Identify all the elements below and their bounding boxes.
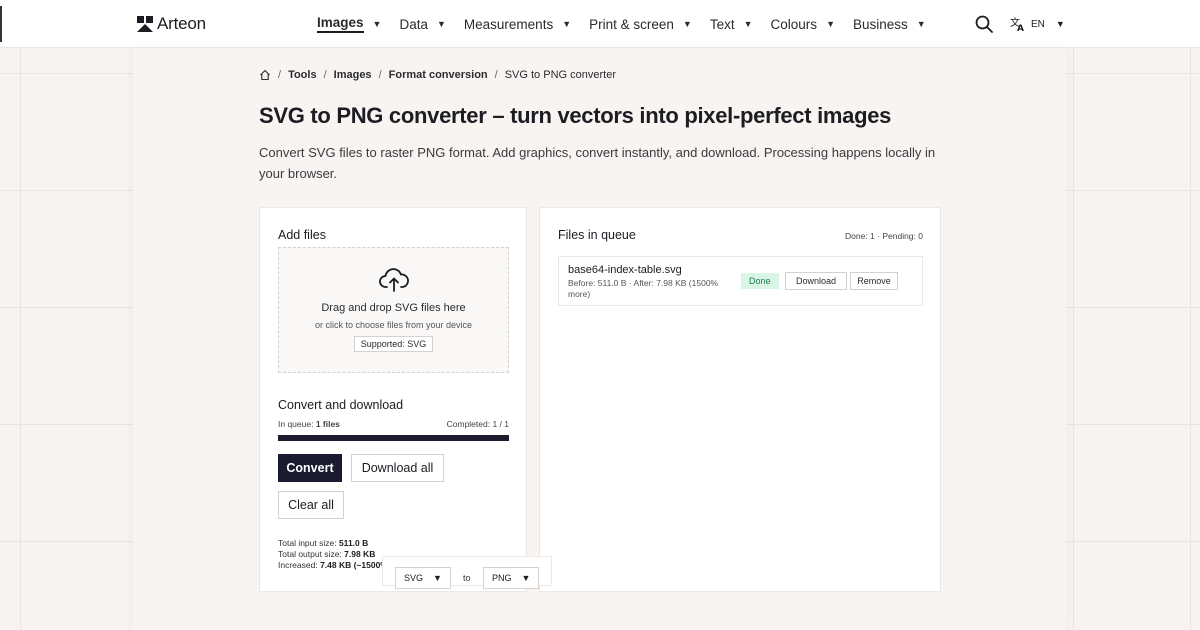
target-format-value: PNG <box>492 573 512 583</box>
breadcrumb-current: SVG to PNG converter <box>504 69 616 81</box>
chevron-down-icon: ▼ <box>433 573 442 583</box>
nav-label: Business <box>852 16 908 32</box>
nav-item-print-screen[interactable]: Print & screen ▼ <box>589 0 692 48</box>
status-badge: Done <box>741 273 779 289</box>
total-input-size: Total input size: 511.0 B <box>278 538 414 549</box>
page-intro: Convert SVG files to raster PNG format. … <box>259 145 936 181</box>
nav-label: Data <box>399 16 428 32</box>
queue-status-row: In queue: 1 files Completed: 1 / 1 <box>278 419 509 429</box>
convert-button[interactable]: Convert <box>278 454 342 482</box>
chevron-down-icon: ▼ <box>436 19 446 29</box>
in-queue-text: In queue: 1 files <box>278 419 340 429</box>
dropzone-title: Drag and drop SVG files here <box>321 302 466 314</box>
breadcrumb: / Tools / Images / Format conversion / S… <box>259 69 616 81</box>
nav-item-data[interactable]: Data ▼ <box>399 0 445 48</box>
total-input-value: 511.0 B <box>338 538 369 548</box>
site-header: Arteon Images ▼ Data ▼ Measurements ▼ Pr… <box>0 0 1200 48</box>
source-format-value: SVG <box>404 573 424 583</box>
nav-label: Text <box>709 16 735 32</box>
total-output-label: Total output size: <box>278 549 345 559</box>
chevron-down-icon: ▼ <box>562 19 572 29</box>
clear-all-button[interactable]: Clear all <box>278 491 344 519</box>
convert-section-title: Convert and download <box>278 398 404 412</box>
nav-item-colours[interactable]: Colours ▼ <box>771 0 835 48</box>
nav-label: Colours <box>770 16 818 32</box>
queue-title: Files in queue <box>558 228 636 242</box>
language-code: EN <box>1031 18 1045 30</box>
breadcrumb-tools[interactable]: Tools <box>288 69 317 81</box>
nav-item-measurements[interactable]: Measurements ▼ <box>464 0 571 48</box>
in-queue-label: In queue: <box>278 419 316 429</box>
chevron-down-icon: ▼ <box>743 19 753 29</box>
logo-icon <box>137 16 153 32</box>
breadcrumb-format-conversion[interactable]: Format conversion <box>389 69 488 81</box>
add-files-panel: Add files Drag and drop SVG files here o… <box>259 207 527 592</box>
remove-file-button[interactable]: Remove <box>850 272 898 290</box>
queue-panel: Files in queue Done: 1 · Pending: 0 base… <box>539 207 941 592</box>
breadcrumb-separator: / <box>323 69 327 81</box>
file-name: base64-index-table.svg <box>568 264 682 276</box>
in-queue-value: 1 files <box>315 419 340 429</box>
format-to-label: to <box>463 573 471 583</box>
conversion-progress-bar <box>278 435 509 441</box>
search-icon[interactable] <box>975 15 993 33</box>
file-dropzone[interactable]: Drag and drop SVG files here or click to… <box>278 247 509 373</box>
main-nav: Images ▼ Data ▼ Measurements ▼ Print & s… <box>317 0 944 48</box>
download-all-button[interactable]: Download all <box>351 454 444 482</box>
breadcrumb-separator: / <box>378 69 382 81</box>
progress-fill <box>278 435 509 441</box>
increase-label: Increased: <box>278 560 321 570</box>
supported-formats-badge: Supported: SVG <box>353 336 434 352</box>
chevron-down-icon: ▼ <box>372 19 382 29</box>
svg-text:A: A <box>1017 24 1024 32</box>
completed-text: Completed: 1 / 1 <box>446 419 509 429</box>
download-file-button[interactable]: Download <box>785 272 847 290</box>
breadcrumb-separator: / <box>278 69 282 81</box>
chevron-down-icon: ▼ <box>682 19 692 29</box>
brand-name: Arteon <box>157 14 206 33</box>
nav-label: Images <box>317 15 364 33</box>
nav-label: Measurements <box>463 16 554 32</box>
chevron-down-icon: ▼ <box>826 19 835 29</box>
format-switcher: SVG ▼ to PNG ▼ <box>382 556 552 589</box>
dropzone-subtitle: or click to choose files from your devic… <box>314 320 473 330</box>
nav-item-text[interactable]: Text ▼ <box>710 0 753 48</box>
file-size-meta: Before: 511.0 B · After: 7.98 KB (1500% … <box>568 278 719 299</box>
add-files-title: Add files <box>278 228 326 242</box>
cloud-upload-icon <box>378 268 409 292</box>
home-icon[interactable] <box>259 69 271 81</box>
nav-label: Print & screen <box>589 16 674 32</box>
total-input-label: Total input size: <box>278 538 339 548</box>
nav-item-business[interactable]: Business ▼ <box>853 0 926 48</box>
nav-item-images[interactable]: Images ▼ <box>317 0 381 48</box>
chevron-down-icon: ▼ <box>521 573 531 583</box>
translate-icon: 文 A <box>1010 16 1024 32</box>
chevron-down-icon: ▼ <box>916 19 926 29</box>
page-title: SVG to PNG converter – turn vectors into… <box>259 103 892 128</box>
main-content: / Tools / Images / Format conversion / S… <box>133 48 1066 630</box>
target-format-select[interactable]: PNG ▼ <box>483 567 540 589</box>
total-output-value: 7.98 KB <box>344 549 376 559</box>
queue-file-row: base64-index-table.svg Before: 511.0 B ·… <box>558 256 923 306</box>
breadcrumb-images[interactable]: Images <box>334 69 372 81</box>
breadcrumb-separator: / <box>494 69 498 81</box>
queue-counts: Done: 1 · Pending: 0 <box>845 231 923 241</box>
source-format-select[interactable]: SVG ▼ <box>395 567 451 589</box>
language-selector[interactable]: 文 A EN ▼ <box>1010 16 1065 32</box>
logo[interactable]: Arteon <box>137 14 206 34</box>
chevron-down-icon: ▼ <box>1055 19 1065 29</box>
